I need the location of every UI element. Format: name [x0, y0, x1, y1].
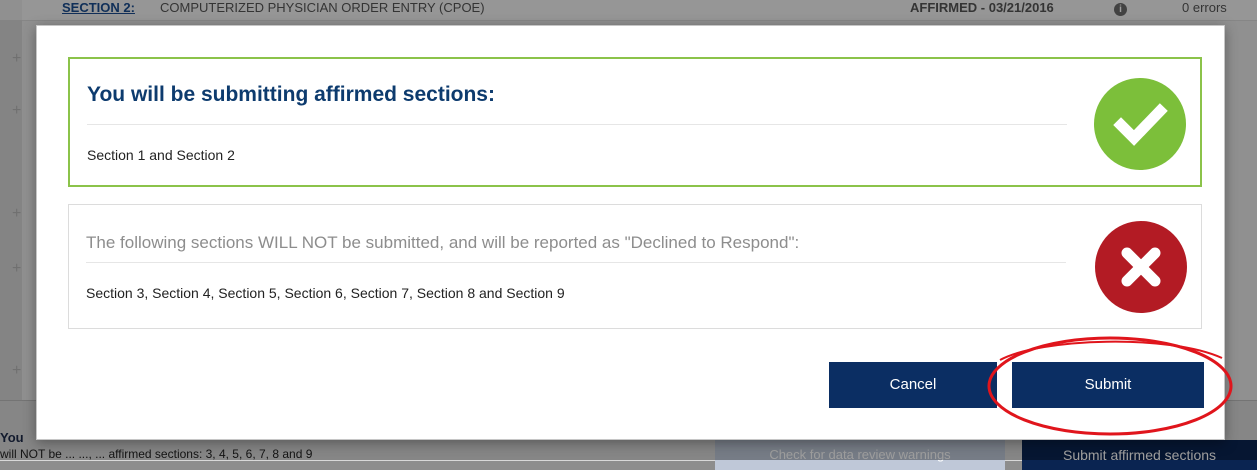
declined-sections-list: Section 3, Section 4, Section 5, Section…	[86, 285, 565, 301]
x-circle-icon	[1095, 221, 1187, 313]
cancel-button[interactable]: Cancel	[829, 362, 997, 408]
submit-button[interactable]: Submit	[1012, 362, 1204, 408]
submit-confirmation-modal: You will be submitting affirmed sections…	[36, 25, 1225, 440]
divider	[87, 124, 1067, 125]
divider	[86, 262, 1066, 263]
affirmed-heading: You will be submitting affirmed sections…	[87, 83, 495, 106]
declined-sections-panel: The following sections WILL NOT be submi…	[68, 204, 1202, 329]
affirmed-sections-list: Section 1 and Section 2	[87, 147, 235, 163]
affirmed-sections-panel: You will be submitting affirmed sections…	[68, 57, 1202, 187]
declined-heading: The following sections WILL NOT be submi…	[86, 233, 800, 252]
checkmark-circle-icon	[1094, 78, 1186, 170]
